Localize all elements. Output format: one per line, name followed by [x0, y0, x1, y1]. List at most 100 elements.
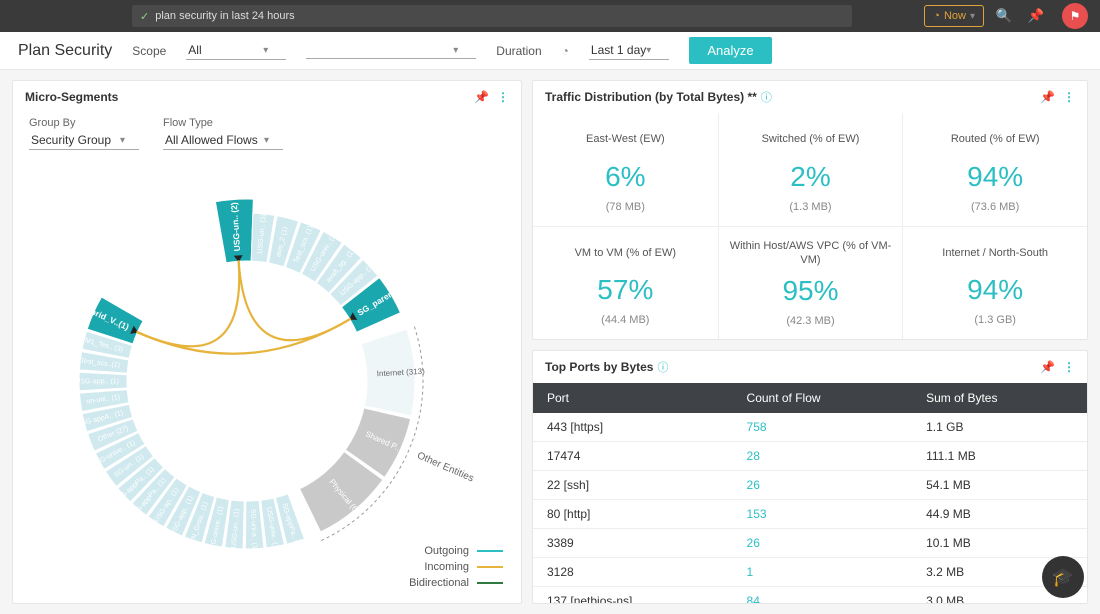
bytes-cell: 44.9 MB — [912, 500, 1087, 529]
traffic-cell: VM to VM (% of EW)57%(44.4 MB) — [533, 226, 718, 339]
legend-incoming-swatch — [477, 566, 503, 568]
search-input[interactable]: ✓ plan security in last 24 hours — [132, 5, 852, 27]
duration-label: Duration — [496, 44, 541, 58]
chevron-down-icon: ▾ — [120, 135, 125, 146]
check-icon: ✓ — [140, 10, 149, 23]
pin-icon[interactable]: 📌 — [474, 90, 489, 104]
search-text: plan security in last 24 hours — [155, 10, 294, 22]
port-cell: 17474 — [533, 442, 733, 471]
count-cell[interactable]: 26 — [733, 471, 913, 500]
port-cell: 3128 — [533, 558, 733, 587]
duration-value: Last 1 day — [591, 43, 646, 57]
port-cell: 80 [http] — [533, 500, 733, 529]
chord-diagram[interactable]: USG-un.. (2)SG_paren.. (4)Hybrid_V..(1)S… — [13, 158, 521, 603]
traffic-value: 2% — [790, 161, 830, 193]
table-row[interactable]: 1747428111.1 MB — [533, 442, 1087, 471]
top-ports-card: Top Ports by Bytes ⓘ 📌 ⋮ PortCount of Fl… — [532, 350, 1088, 604]
traffic-cell: Routed (% of EW)94%(73.6 MB) — [902, 113, 1087, 226]
bytes-cell: 54.1 MB — [912, 471, 1087, 500]
graduation-cap-icon: 🎓 — [1052, 567, 1074, 588]
table-row[interactable]: 443 [https]7581.1 GB — [533, 413, 1087, 442]
svg-text:Other Entities: Other Entities — [415, 450, 475, 484]
analyze-button[interactable]: Analyze — [689, 37, 771, 64]
card-title: Top Ports by Bytes — [545, 360, 653, 374]
chevron-down-icon: ▾ — [263, 45, 268, 56]
flow-type-label: Flow Type — [163, 117, 283, 129]
flag-icon: ⚑ — [1070, 9, 1081, 23]
legend-bidirectional-label: Bidirectional — [409, 577, 469, 589]
time-now-button[interactable]: ◔ Now ▾ — [924, 5, 984, 27]
pin-icon[interactable]: 📌 — [1040, 360, 1055, 374]
pin-icon[interactable]: 📌 — [1040, 90, 1055, 104]
count-cell[interactable]: 28 — [733, 442, 913, 471]
traffic-grid: East-West (EW) 6% (78 MB) Switched (% of EW… — [533, 113, 1087, 339]
traffic-label: Switched (% of EW) — [762, 127, 860, 153]
more-icon[interactable]: ⋮ — [497, 90, 509, 104]
card-header: Top Ports by Bytes ⓘ 📌 ⋮ — [533, 351, 1087, 383]
top-bar: ✓ plan security in last 24 hours ◔ Now ▾… — [0, 0, 1100, 32]
bytes-cell: 10.1 MB — [912, 529, 1087, 558]
page-header: Plan Security Scope All ▾ ▾ Duration ◔ L… — [0, 32, 1100, 70]
chevron-down-icon: ▾ — [453, 45, 458, 56]
scope-select[interactable]: All ▾ — [186, 41, 286, 60]
now-label: Now — [944, 10, 966, 22]
flow-type-value: All Allowed Flows — [165, 133, 258, 147]
traffic-cell: Within Host/AWS VPC (% of VM-VM)95%(42.3… — [718, 226, 903, 339]
count-cell[interactable]: 26 — [733, 529, 913, 558]
svg-text:Internet (313): Internet (313) — [377, 366, 426, 378]
traffic-value: 95% — [782, 275, 838, 307]
count-cell[interactable]: 153 — [733, 500, 913, 529]
help-fab[interactable]: 🎓 — [1042, 556, 1084, 598]
table-row[interactable]: 22 [ssh]2654.1 MB — [533, 471, 1087, 500]
port-cell: 22 [ssh] — [533, 471, 733, 500]
table-header[interactable]: Sum of Bytes — [912, 383, 1087, 413]
traffic-sub: (78 MB) — [606, 201, 645, 213]
bytes-cell: 111.1 MB — [912, 442, 1087, 471]
info-icon[interactable]: ⓘ — [761, 89, 772, 105]
legend-incoming-label: Incoming — [424, 561, 469, 573]
pin-icon-button[interactable]: 📌 — [1024, 4, 1048, 28]
card-header: Micro-Segments 📌 ⋮ — [13, 81, 521, 113]
secondary-scope-select[interactable]: ▾ — [306, 43, 476, 59]
table-header[interactable]: Count of Flow — [733, 383, 913, 413]
duration-select[interactable]: Last 1 day ▾ — [589, 41, 669, 60]
card-title: Micro-Segments — [25, 90, 118, 104]
micro-segments-card: Micro-Segments 📌 ⋮ Group By Security Gro… — [12, 80, 522, 604]
traffic-sub: (73.6 MB) — [971, 201, 1019, 213]
svg-text:USG-app.. (1): USG-app.. (1) — [75, 378, 119, 385]
card-title: Traffic Distribution (by Total Bytes) ** — [545, 90, 757, 104]
traffic-label: East-West (EW) — [586, 127, 665, 153]
scope-label: Scope — [132, 44, 166, 58]
card-header: Traffic Distribution (by Total Bytes) **… — [533, 81, 1087, 113]
table-row[interactable]: 312813.2 MB — [533, 558, 1087, 587]
count-cell[interactable]: 1 — [733, 558, 913, 587]
clock-icon: ◔ — [933, 10, 940, 22]
more-icon[interactable]: ⋮ — [1063, 90, 1075, 104]
legend-outgoing-label: Outgoing — [424, 545, 469, 557]
info-icon[interactable]: ⓘ — [657, 359, 668, 375]
legend-bidirectional-swatch — [477, 582, 503, 584]
chevron-down-icon: ▾ — [646, 45, 651, 56]
traffic-value: 94% — [967, 274, 1023, 306]
table-header[interactable]: Port — [533, 383, 733, 413]
table-row[interactable]: 80 [http]15344.9 MB — [533, 500, 1087, 529]
alert-flag-badge[interactable]: ⚑ — [1062, 3, 1088, 29]
table-row[interactable]: 33892610.1 MB — [533, 529, 1087, 558]
more-icon[interactable]: ⋮ — [1063, 360, 1075, 374]
ports-table: PortCount of FlowSum of Bytes 443 [https… — [533, 383, 1087, 603]
pin-icon: 📌 — [1028, 8, 1045, 24]
count-cell[interactable]: 758 — [733, 413, 913, 442]
traffic-value: 6% — [605, 161, 645, 193]
traffic-label: Internet / North-South — [942, 240, 1048, 266]
traffic-cell: Internet / North-South94%(1.3 GB) — [902, 226, 1087, 339]
group-by-select[interactable]: Security Group ▾ — [29, 131, 139, 150]
group-by-label: Group By — [29, 117, 139, 129]
search-icon-button[interactable]: 🔍 — [992, 4, 1016, 28]
traffic-label: Routed (% of EW) — [951, 127, 1040, 153]
table-row[interactable]: 137 [netbios-ns]843.0 MB — [533, 587, 1087, 604]
magnifier-icon: 🔍 — [996, 8, 1013, 24]
port-cell: 137 [netbios-ns] — [533, 587, 733, 604]
count-cell[interactable]: 84 — [733, 587, 913, 604]
port-cell: 3389 — [533, 529, 733, 558]
flow-type-select[interactable]: All Allowed Flows ▾ — [163, 131, 283, 150]
